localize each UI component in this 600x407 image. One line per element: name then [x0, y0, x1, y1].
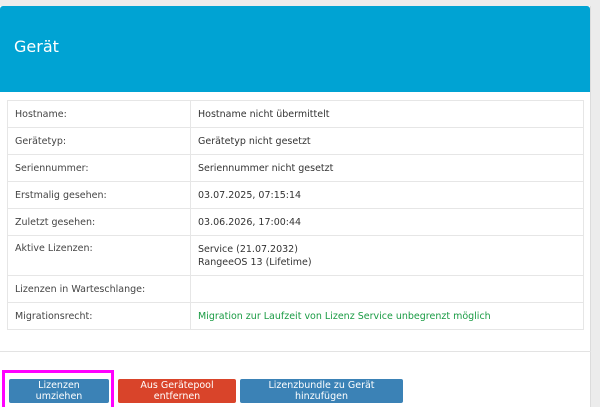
- add-license-bundle-button[interactable]: Lizenzbundle zu Gerät hinzufügen: [240, 379, 403, 403]
- hostname-label: Hostname:: [7, 100, 191, 128]
- table-row-hostname: Hostname: Hostname nicht übermittelt: [7, 100, 584, 128]
- panel-title: Gerät: [14, 36, 59, 56]
- last-seen-label: Zuletzt gesehen:: [7, 208, 191, 236]
- device-type-value: Gerätetyp nicht gesetzt: [190, 127, 584, 155]
- device-panel: Gerät Hostname: Hostname nicht übermitte…: [0, 6, 591, 407]
- action-bar: Lizenzen umziehen Aus Gerätepool entfern…: [0, 351, 591, 407]
- panel-header: Gerät: [0, 6, 590, 92]
- device-type-label: Gerätetyp:: [7, 127, 191, 155]
- license-item: Service (21.07.2032): [198, 244, 298, 255]
- queued-licenses-value: [190, 275, 584, 303]
- hostname-value: Hostname nicht übermittelt: [190, 100, 584, 128]
- table-row-last-seen: Zuletzt gesehen: 03.06.2026, 17:00:44: [7, 208, 584, 236]
- serial-number-label: Seriennummer:: [7, 154, 191, 182]
- device-details-table: Hostname: Hostname nicht übermittelt Ger…: [7, 100, 584, 330]
- license-item: RangeeOS 13 (Lifetime): [198, 257, 312, 268]
- table-row-active-licenses: Aktive Lizenzen: Service (21.07.2032) Ra…: [7, 235, 584, 276]
- migration-right-label: Migrationsrecht:: [7, 302, 191, 330]
- first-seen-label: Erstmalig gesehen:: [7, 181, 191, 209]
- remove-from-pool-button[interactable]: Aus Gerätepool entfernen: [118, 379, 236, 403]
- serial-number-value: Seriennummer nicht gesetzt: [190, 154, 584, 182]
- table-row-device-type: Gerätetyp: Gerätetyp nicht gesetzt: [7, 127, 584, 155]
- last-seen-value: 03.06.2026, 17:00:44: [190, 208, 584, 236]
- queued-licenses-label: Lizenzen in Warteschlange:: [7, 275, 191, 303]
- table-row-migration-right: Migrationsrecht: Migration zur Laufzeit …: [7, 302, 584, 330]
- migration-right-value: Migration zur Laufzeit von Lizenz Servic…: [190, 302, 584, 330]
- table-row-serial: Seriennummer: Seriennummer nicht gesetzt: [7, 154, 584, 182]
- first-seen-value: 03.07.2025, 07:15:14: [190, 181, 584, 209]
- table-row-queued-licenses: Lizenzen in Warteschlange:: [7, 275, 584, 303]
- table-row-first-seen: Erstmalig gesehen: 03.07.2025, 07:15:14: [7, 181, 584, 209]
- device-details: Hostname: Hostname nicht übermittelt Ger…: [7, 100, 584, 330]
- move-licenses-button[interactable]: Lizenzen umziehen: [9, 379, 109, 403]
- active-licenses-label: Aktive Lizenzen:: [7, 235, 191, 276]
- active-licenses-value: Service (21.07.2032) RangeeOS 13 (Lifeti…: [190, 235, 584, 276]
